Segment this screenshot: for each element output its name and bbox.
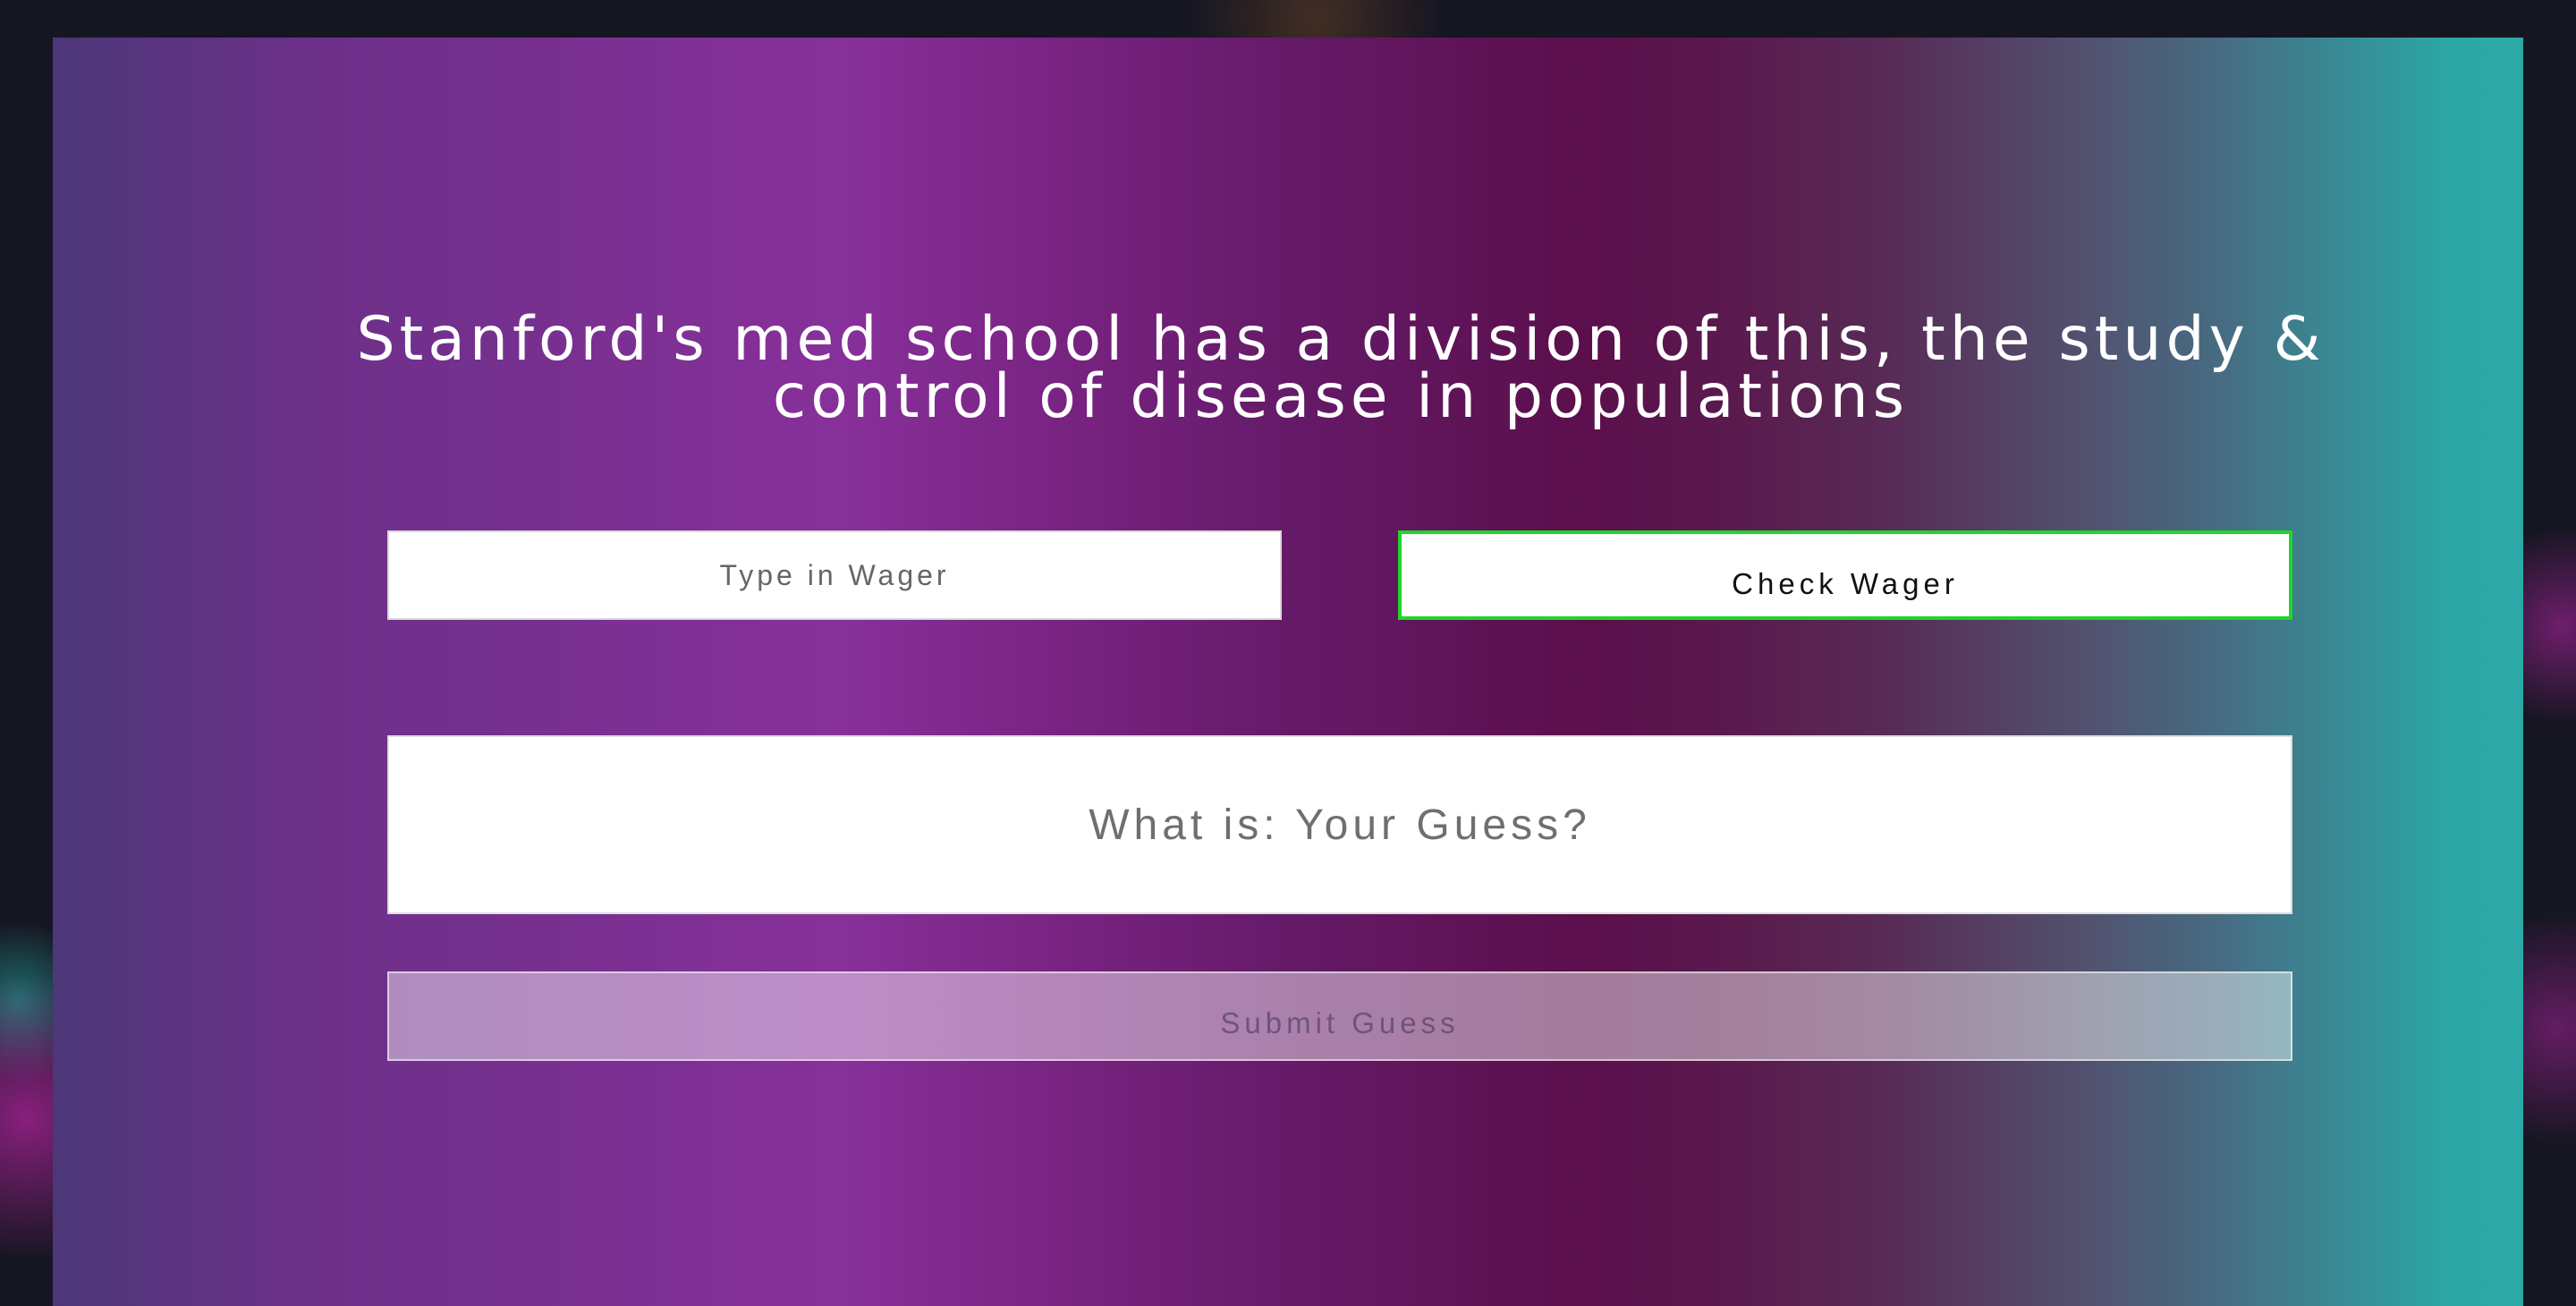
check-wager-button[interactable]: Check Wager bbox=[1398, 530, 2292, 620]
question-panel: Stanford's med school has a division of … bbox=[53, 38, 2523, 1306]
wager-input[interactable] bbox=[387, 530, 1282, 620]
submit-guess-button[interactable]: Submit Guess bbox=[387, 971, 2292, 1061]
question-text: Stanford's med school has a division of … bbox=[356, 304, 2326, 432]
guess-input[interactable] bbox=[387, 735, 2292, 914]
